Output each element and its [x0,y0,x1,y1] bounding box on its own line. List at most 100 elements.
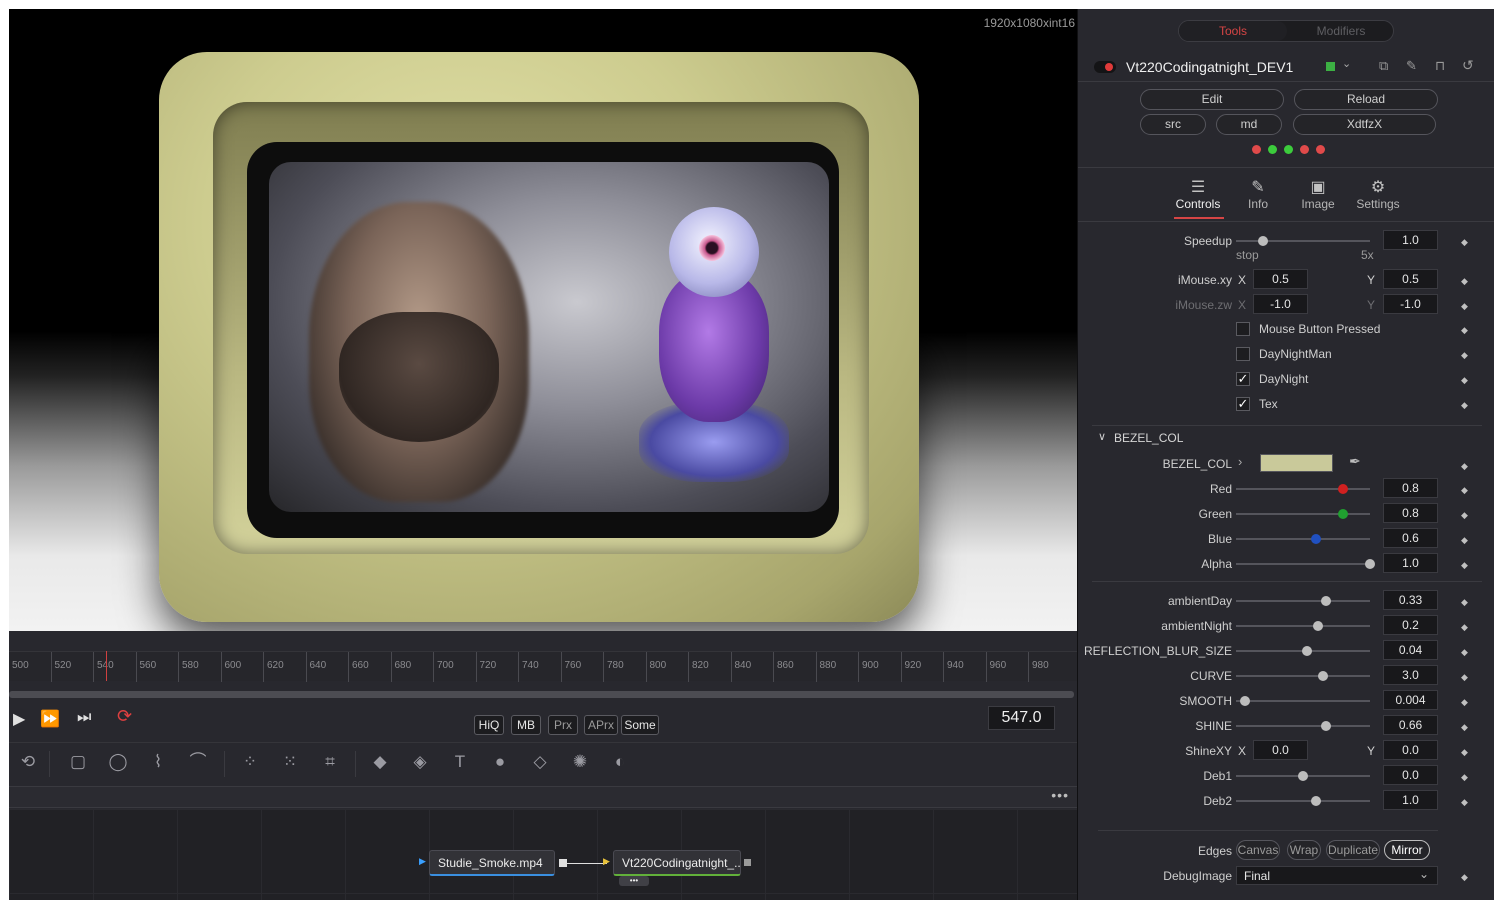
value-field[interactable]: 0.2 [1383,615,1438,635]
keyframe-icon[interactable]: ◆ [1461,797,1468,808]
renderer3d-icon[interactable]: ◐ [609,751,631,773]
tab-info[interactable]: ✎ Info [1228,177,1288,211]
node-editor[interactable]: ▶ Studie_Smoke.mp4 ▶ Vt220Codingatnight_… [9,809,1077,900]
tool-enable-toggle[interactable] [1094,61,1116,73]
keyframe-icon[interactable]: ◆ [1461,325,1468,336]
tab-image[interactable]: ▣ Image [1288,177,1348,211]
fast-forward-icon[interactable]: ⏩ [40,709,60,729]
keyframe-icon[interactable]: ◆ [1461,772,1468,783]
md-button[interactable]: md [1216,114,1282,135]
current-frame-field[interactable]: 547.0 [988,706,1055,730]
xdtfzx-button[interactable]: XdtfzX [1293,114,1436,135]
value-field[interactable]: 0.66 [1383,715,1438,735]
go-to-end-icon[interactable]: ⏭ [77,709,91,727]
reload-button[interactable]: Reload [1294,89,1438,110]
imouse-w-field[interactable]: -1.0 [1383,294,1438,314]
edges-option[interactable]: Canvas [1236,840,1280,860]
color-swatch[interactable] [1260,454,1333,472]
slider-knob[interactable] [1240,696,1251,706]
imouse-x-field[interactable]: 0.5 [1253,269,1308,289]
merge3d-icon[interactable]: ◈ [409,751,431,773]
particle-emitter-icon[interactable]: ⁘ [239,751,261,773]
viewer[interactable]: 1920x1080xint16 [9,9,1077,631]
value-field[interactable]: 1.0 [1383,553,1438,573]
slider-knob[interactable] [1320,721,1331,731]
keyframe-icon[interactable]: ◆ [1461,461,1468,472]
timeline-scrollbar[interactable] [9,691,1074,698]
particle-style-icon[interactable]: ⌗ [319,751,341,773]
keyframe-icon[interactable]: ◆ [1461,237,1468,248]
prx-button[interactable]: Prx [548,715,578,735]
keyframe-icon[interactable]: ◆ [1461,485,1468,496]
value-field[interactable]: 0.33 [1383,590,1438,610]
slider-track[interactable] [1236,771,1370,781]
keyframe-icon[interactable]: ◆ [1461,722,1468,733]
src-button[interactable]: src [1140,114,1206,135]
chevron-right-icon[interactable]: › [1238,454,1242,469]
keyframe-icon[interactable]: ◆ [1461,301,1468,312]
slider-knob[interactable] [1302,646,1313,656]
value-field[interactable]: 0.6 [1383,528,1438,548]
slider-track[interactable] [1236,796,1370,806]
tab-controls[interactable]: ☰ Controls [1168,177,1228,211]
tab-settings[interactable]: ⚙ Settings [1348,177,1408,211]
slider-knob[interactable] [1311,534,1322,544]
value-field[interactable]: 0.8 [1383,478,1438,498]
aprx-button[interactable]: APrx [584,715,618,735]
keyframe-icon[interactable]: ◆ [1461,375,1468,386]
keyframe-icon[interactable]: ◆ [1461,510,1468,521]
value-field[interactable]: 0.8 [1383,503,1438,523]
edges-option[interactable]: Mirror [1384,840,1430,860]
timeline-ruler[interactable]: 500 520 540 560 580 600 620 640 660 680 700 720 740 7… [9,651,1077,682]
shine-y-field[interactable]: 0.0 [1383,740,1438,760]
keyframe-icon[interactable]: ◆ [1461,672,1468,683]
chevron-down-icon[interactable]: ∨ [1098,430,1106,443]
keyframe-icon[interactable]: ◆ [1461,622,1468,633]
slider-knob[interactable] [1318,671,1329,681]
checkbox[interactable] [1236,347,1250,361]
keyframe-icon[interactable]: ◆ [1461,597,1468,608]
more-options-icon[interactable]: ••• [1051,787,1069,803]
loop-icon[interactable]: ⟳ [117,706,132,727]
slider-knob[interactable] [1320,596,1331,606]
imouse-z-field[interactable]: -1.0 [1253,294,1308,314]
slider-track[interactable] [1236,671,1370,681]
slider-knob[interactable] [1312,621,1323,631]
camera3d-icon[interactable]: ● [489,751,511,773]
image-plane-icon[interactable]: ◇ [529,751,551,773]
rectangle-mask-icon[interactable]: ▢ [67,751,89,773]
value-field[interactable]: 0.004 [1383,690,1438,710]
slider-track[interactable] [1236,646,1370,656]
mb-button[interactable]: MB [511,715,541,735]
checkbox[interactable]: ✓ [1236,372,1250,386]
playhead[interactable] [106,651,107,681]
keyframe-icon[interactable]: ◆ [1461,747,1468,758]
reset-icon[interactable]: ↺ [1462,57,1474,74]
edges-option[interactable]: Wrap [1287,840,1321,860]
checkbox[interactable]: ✓ [1236,397,1250,411]
keyframe-icon[interactable]: ◆ [1461,350,1468,361]
node-studie-smoke[interactable]: Studie_Smoke.mp4 [429,850,555,876]
keyframe-icon[interactable]: ◆ [1461,647,1468,658]
slider-track[interactable] [1236,596,1370,606]
slider-knob[interactable] [1311,796,1322,806]
speedup-value[interactable]: 1.0 [1383,230,1438,250]
slider-knob[interactable] [1298,771,1308,781]
slider-track[interactable] [1236,559,1375,569]
chevron-down-icon[interactable]: ⌄ [1342,57,1351,70]
value-field[interactable]: 0.04 [1383,640,1438,660]
slider-knob[interactable] [1338,484,1349,494]
node-vt220[interactable]: Vt220Codingatnight_... [613,850,741,876]
slider-track[interactable] [1236,534,1370,544]
eyedropper-icon[interactable]: ✒ [1349,453,1361,470]
lock-icon[interactable]: ⊓ [1435,58,1445,74]
keyframe-icon[interactable]: ◆ [1461,276,1468,287]
section-bezel-col[interactable]: BEZEL_COL [1114,431,1183,445]
imouse-y-field[interactable]: 0.5 [1383,269,1438,289]
keyframe-icon[interactable]: ◆ [1461,400,1468,411]
slider-knob[interactable] [1338,509,1349,519]
polygon-mask-icon[interactable]: ⌇ [147,751,169,773]
hiq-button[interactable]: HiQ [474,715,504,735]
slider-track[interactable] [1236,484,1370,494]
bspline-mask-icon[interactable]: ⌒ [187,751,209,773]
